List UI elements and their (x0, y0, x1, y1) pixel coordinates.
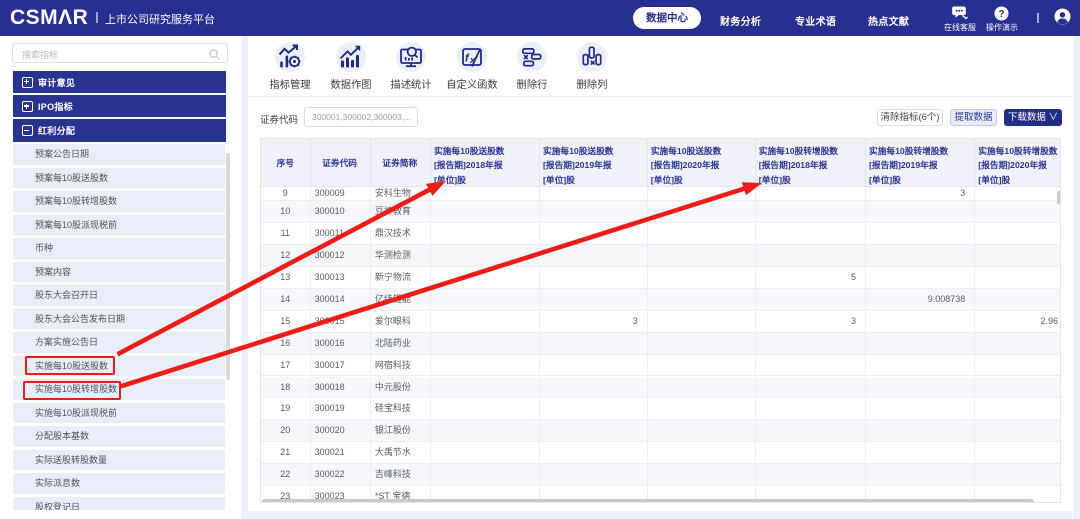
svg-text:?: ? (998, 9, 1004, 20)
